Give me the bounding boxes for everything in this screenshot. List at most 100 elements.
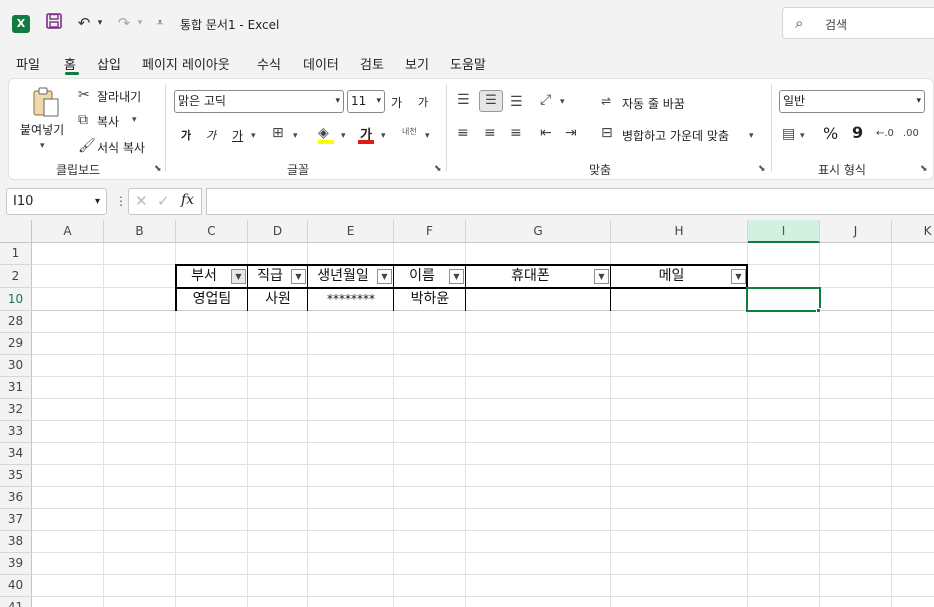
- paste-button[interactable]: 붙여넣기: [20, 121, 64, 138]
- borders-icon[interactable]: ⊞: [272, 124, 284, 142]
- tab-formulas[interactable]: 수식: [257, 54, 281, 73]
- tab-insert[interactable]: 삽입: [97, 54, 121, 73]
- copy-button[interactable]: 복사: [97, 113, 119, 130]
- align-middle-icon[interactable]: ☰: [479, 90, 503, 112]
- paste-icon[interactable]: [31, 86, 61, 123]
- shrink-font-button[interactable]: 가: [418, 94, 428, 110]
- filter-dropdown-icon[interactable]: ▼: [731, 269, 746, 284]
- column-header-j[interactable]: J: [820, 220, 892, 243]
- align-bottom-icon[interactable]: ☰: [510, 93, 523, 111]
- row-header-38[interactable]: 38: [0, 531, 32, 553]
- column-header-a[interactable]: A: [32, 220, 104, 243]
- clipboard-launcher-icon[interactable]: ⬊: [154, 164, 162, 174]
- table-header-cell[interactable]: 휴대폰 ▼: [466, 265, 611, 288]
- align-top-icon[interactable]: ☰: [457, 91, 470, 109]
- formula-input[interactable]: [206, 188, 934, 215]
- cancel-icon[interactable]: ✕: [135, 192, 148, 210]
- table-cell[interactable]: 박하윤: [394, 288, 466, 311]
- worksheet-grid[interactable]: A B C D E F G H I J K 1 2 10 28 29 30 31…: [0, 220, 934, 607]
- row-header-36[interactable]: 36: [0, 487, 32, 509]
- selected-cell[interactable]: [746, 287, 821, 312]
- tab-home[interactable]: 홈: [64, 54, 76, 73]
- select-all-corner[interactable]: [0, 220, 32, 243]
- name-box[interactable]: I10 ▾: [6, 188, 107, 215]
- column-header-h[interactable]: H: [611, 220, 748, 243]
- paste-dropdown-icon[interactable]: ▾: [40, 137, 45, 155]
- wrap-text-button[interactable]: 자동 줄 바꿈: [622, 95, 685, 112]
- table-cell[interactable]: [611, 288, 748, 311]
- undo-dropdown-icon[interactable]: ▾: [94, 12, 106, 34]
- alignment-launcher-icon[interactable]: ⬊: [758, 164, 766, 174]
- customize-toolbar-icon[interactable]: ⩡: [153, 12, 167, 34]
- decrease-indent-icon[interactable]: ⇤: [540, 124, 552, 142]
- redo-dropdown-icon[interactable]: ▾: [134, 12, 146, 34]
- bold-button[interactable]: 가: [181, 127, 191, 143]
- table-cell[interactable]: ********: [308, 288, 394, 311]
- tab-help[interactable]: 도움말: [450, 54, 486, 73]
- column-header-k[interactable]: K: [892, 220, 934, 243]
- font-color-dropdown-icon[interactable]: ▾: [381, 127, 386, 145]
- row-header-40[interactable]: 40: [0, 575, 32, 597]
- tab-file[interactable]: 파일: [16, 54, 40, 73]
- row-header-34[interactable]: 34: [0, 443, 32, 465]
- borders-dropdown-icon[interactable]: ▾: [293, 127, 298, 145]
- fill-handle[interactable]: [816, 308, 821, 313]
- percent-style-button[interactable]: %: [823, 124, 838, 143]
- row-header-2[interactable]: 2: [0, 265, 32, 288]
- confirm-icon[interactable]: ✓: [157, 192, 170, 210]
- row-header-30[interactable]: 30: [0, 355, 32, 377]
- table-header-cell[interactable]: 생년월일 ▼: [308, 265, 394, 288]
- column-header-d[interactable]: D: [248, 220, 308, 243]
- row-header-41[interactable]: 41: [0, 597, 32, 607]
- accounting-dropdown-icon[interactable]: ▾: [800, 127, 805, 145]
- row-header-32[interactable]: 32: [0, 399, 32, 421]
- grow-font-button[interactable]: 가: [391, 94, 402, 111]
- row-header-35[interactable]: 35: [0, 465, 32, 487]
- align-center-icon[interactable]: ≡: [484, 124, 496, 142]
- tab-page-layout[interactable]: 페이지 레이아웃: [142, 54, 230, 73]
- search-input[interactable]: ⌕ 검색: [782, 7, 934, 39]
- save-icon[interactable]: [44, 12, 64, 34]
- redo-icon[interactable]: ↷: [114, 12, 134, 34]
- phonetic-button[interactable]: 내천: [402, 126, 417, 137]
- copy-icon[interactable]: ⧉: [78, 111, 88, 129]
- table-header-cell[interactable]: 부서 ▼: [176, 265, 248, 288]
- number-launcher-icon[interactable]: ⬊: [920, 164, 928, 174]
- format-painter-icon[interactable]: 🖌: [78, 137, 96, 155]
- filter-icon[interactable]: ▼: [231, 269, 246, 284]
- accounting-format-icon[interactable]: ▤: [782, 125, 795, 143]
- column-header-g[interactable]: G: [466, 220, 611, 243]
- font-launcher-icon[interactable]: ⬊: [434, 164, 442, 174]
- underline-button[interactable]: 가: [232, 127, 243, 144]
- column-header-c[interactable]: C: [176, 220, 248, 243]
- align-left-icon[interactable]: ≡: [457, 124, 469, 142]
- cut-button[interactable]: 잘라내기: [97, 88, 141, 105]
- undo-icon[interactable]: ↶: [74, 12, 94, 34]
- cut-icon[interactable]: ✂: [78, 86, 90, 104]
- underline-dropdown-icon[interactable]: ▾: [251, 127, 256, 145]
- format-painter-button[interactable]: 서식 복사: [97, 139, 145, 156]
- fill-color-dropdown-icon[interactable]: ▾: [341, 127, 346, 145]
- row-header-1[interactable]: 1: [0, 243, 32, 265]
- column-header-e[interactable]: E: [308, 220, 394, 243]
- row-header-29[interactable]: 29: [0, 333, 32, 355]
- row-header-10[interactable]: 10: [0, 288, 32, 311]
- number-format-select[interactable]: 일반 ▾: [779, 90, 925, 113]
- phonetic-dropdown-icon[interactable]: ▾: [425, 127, 430, 145]
- row-header-31[interactable]: 31: [0, 377, 32, 399]
- column-header-f[interactable]: F: [394, 220, 466, 243]
- merge-dropdown-icon[interactable]: ▾: [749, 127, 754, 145]
- column-header-b[interactable]: B: [104, 220, 176, 243]
- filter-dropdown-icon[interactable]: ▼: [449, 269, 464, 284]
- merge-center-icon[interactable]: ⊟: [601, 124, 613, 142]
- increase-decimal-icon[interactable]: ←.0: [876, 125, 894, 143]
- merge-center-button[interactable]: 병합하고 가운데 맞춤: [622, 127, 729, 144]
- table-header-cell[interactable]: 직급 ▼: [248, 265, 308, 288]
- row-header-28[interactable]: 28: [0, 311, 32, 333]
- tab-data[interactable]: 데이터: [303, 54, 339, 73]
- orientation-dropdown-icon[interactable]: ▾: [560, 93, 565, 111]
- filter-dropdown-icon[interactable]: ▼: [377, 269, 392, 284]
- row-header-37[interactable]: 37: [0, 509, 32, 531]
- copy-dropdown-icon[interactable]: ▾: [132, 111, 137, 129]
- row-header-39[interactable]: 39: [0, 553, 32, 575]
